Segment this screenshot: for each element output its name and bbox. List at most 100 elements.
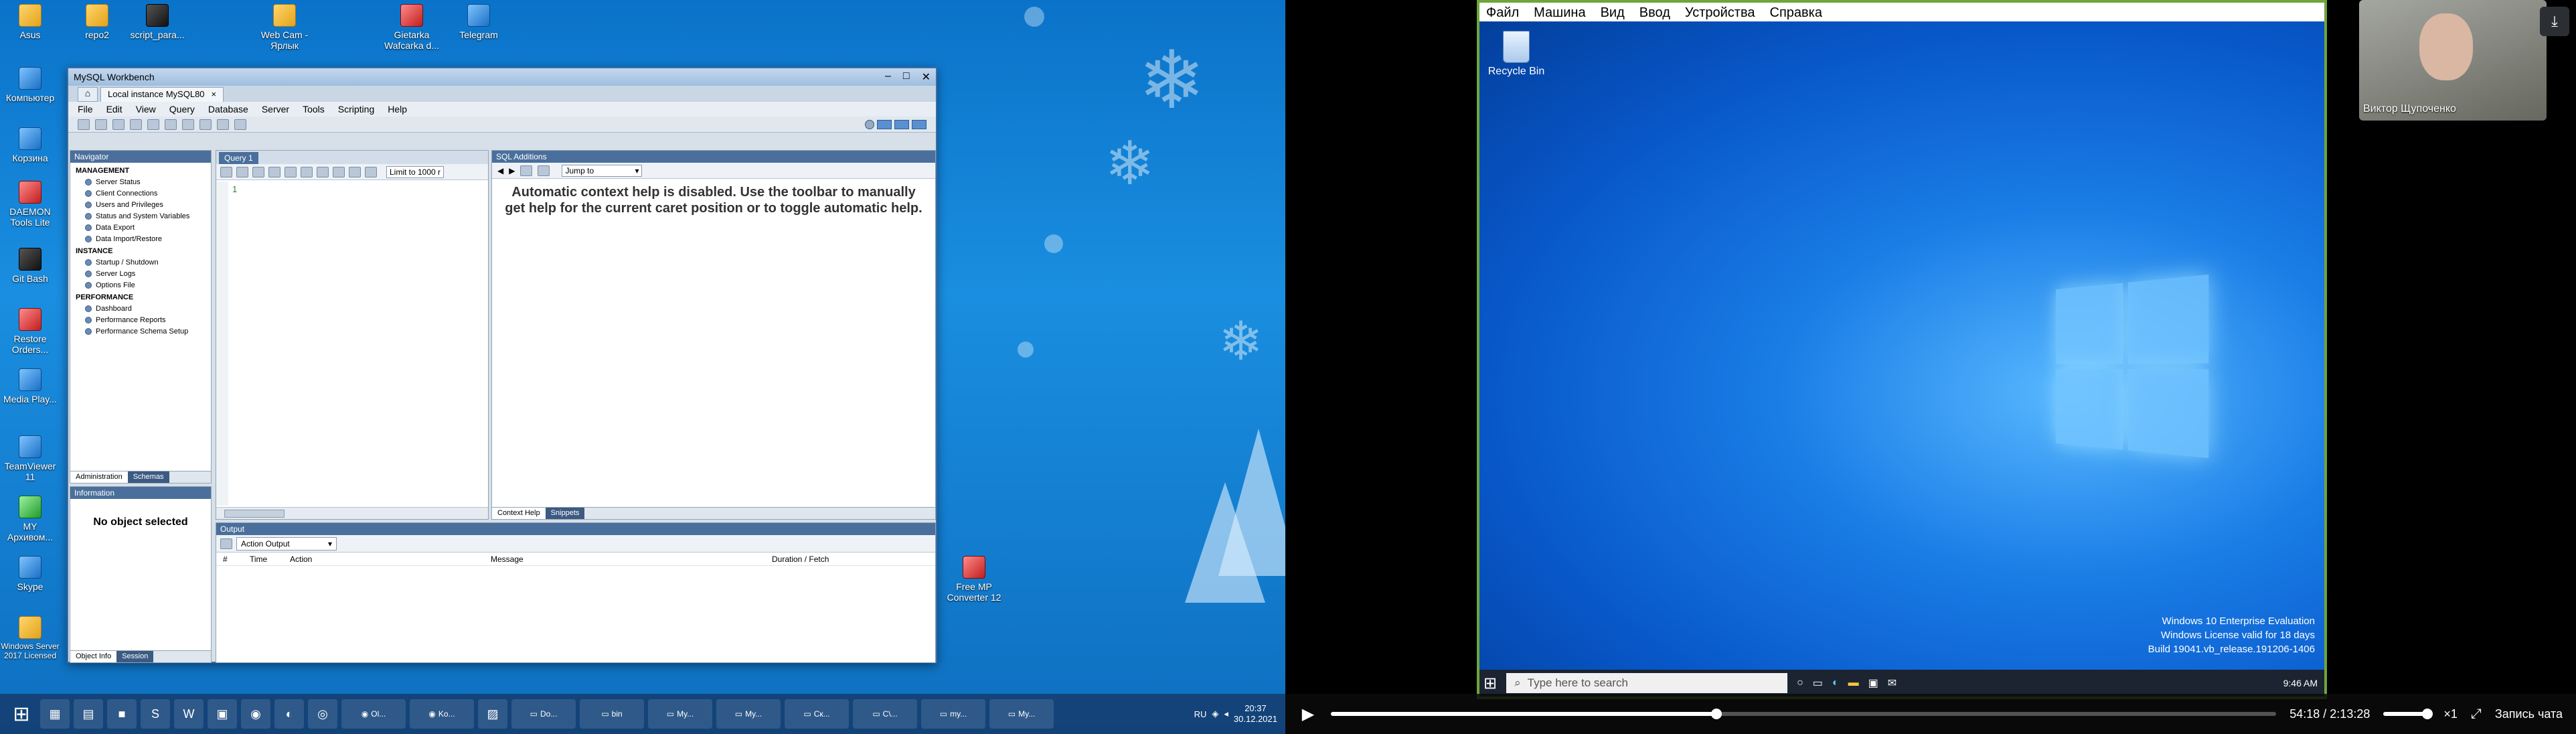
col-index[interactable]: # <box>216 555 243 564</box>
download-icon[interactable]: ⤓ <box>2540 7 2569 36</box>
tab-context-help[interactable]: Context Help <box>492 508 546 519</box>
taskbar-app-opera[interactable]: ◉ Ol... <box>341 699 406 729</box>
menu-query[interactable]: Query <box>169 104 195 115</box>
manual-help-icon[interactable] <box>520 165 533 176</box>
vm-search-box[interactable]: ⌕ Type here to search <box>1506 673 1788 693</box>
col-time[interactable]: Time <box>243 555 283 564</box>
desktop-icon-archive[interactable]: MY Архивом... <box>0 496 60 542</box>
desktop-icon-telegram[interactable]: Telegram <box>449 4 509 40</box>
home-icon[interactable]: ⌂ <box>78 87 98 102</box>
open-sql-icon[interactable] <box>95 119 107 130</box>
vm-recycle-bin[interactable]: Recycle Bin <box>1486 31 1546 78</box>
vm-menu-help[interactable]: Справка <box>1770 5 1822 20</box>
desktop-icon-daemon[interactable]: DAEMON Tools Lite <box>0 181 60 228</box>
menu-tools[interactable]: Tools <box>303 104 325 115</box>
forward-icon[interactable]: ▶ <box>509 166 515 175</box>
create-table-icon[interactable] <box>147 119 159 130</box>
volume-slider[interactable] <box>2383 709 2433 719</box>
tab-schemas[interactable]: Schemas <box>127 471 169 483</box>
toggle-output-icon[interactable] <box>894 119 909 129</box>
network-icon[interactable]: ◈ <box>1212 709 1218 719</box>
taskbar-app-sk[interactable]: ▭ Ск... <box>785 699 849 729</box>
output-selector[interactable]: Action Output ▾ <box>236 536 337 550</box>
vm-tray-clock[interactable]: 9:46 AM <box>2283 678 2324 688</box>
language-indicator[interactable]: RU <box>1194 709 1207 719</box>
taskbar-app-my2[interactable]: ▭ My... <box>716 699 781 729</box>
tab-snippets[interactable]: Snippets <box>545 508 585 519</box>
close-icon[interactable]: ✕ <box>922 70 931 84</box>
gear-icon[interactable] <box>865 119 874 129</box>
vm-menu-input[interactable]: Ввод <box>1639 5 1670 20</box>
menu-edit[interactable]: Edit <box>106 104 123 115</box>
desktop-icon-repo2[interactable]: repo2 <box>67 4 127 40</box>
menu-database[interactable]: Database <box>208 104 248 115</box>
rollback-icon[interactable] <box>349 166 361 177</box>
minimize-icon[interactable]: – <box>885 70 891 84</box>
tab-session[interactable]: Session <box>116 651 154 662</box>
virtualbox-app-icon[interactable]: ▨ <box>478 699 507 729</box>
volume-handle[interactable] <box>2422 709 2433 719</box>
nav-item-data-export[interactable]: Data Export <box>85 224 211 232</box>
nav-item-dashboard[interactable]: Dashboard <box>85 305 211 313</box>
tab-object-info[interactable]: Object Info <box>70 651 117 662</box>
desktop-icon-mediaplayer[interactable]: Media Play... <box>0 368 60 405</box>
tab-administration[interactable]: Administration <box>70 471 128 483</box>
nav-item-server-status[interactable]: Server Status <box>85 178 211 186</box>
desktop-icon-computer[interactable]: Компьютер <box>0 67 60 103</box>
word-app-icon[interactable]: W <box>174 699 204 729</box>
desktop-icon-asus[interactable]: Asus <box>0 4 60 40</box>
pdf-app-icon[interactable]: ▤ <box>74 699 103 729</box>
back-icon[interactable]: ◀ <box>497 166 503 175</box>
col-duration[interactable]: Duration / Fetch <box>765 555 859 564</box>
create-view-icon[interactable] <box>165 119 177 130</box>
seek-bar[interactable] <box>1331 709 2277 719</box>
taskbar-app-my3[interactable]: ▭ my... <box>921 699 985 729</box>
chrome-app-icon[interactable]: ◎ <box>308 699 337 729</box>
limit-select[interactable]: Limit to 1000 r <box>386 165 445 178</box>
toggle-secondary-sidebar-icon[interactable] <box>912 119 927 129</box>
nav-item-performance-reports[interactable]: Performance Reports <box>85 316 211 324</box>
desktop-icon-script[interactable]: script_para... <box>127 4 187 40</box>
auto-help-icon[interactable] <box>538 165 550 176</box>
horizontal-scrollbar[interactable] <box>216 507 488 519</box>
play-icon[interactable]: ▶ <box>1299 705 1317 723</box>
nav-item-data-import[interactable]: Data Import/Restore <box>85 235 211 243</box>
workbench-titlebar[interactable]: MySQL Workbench – □ ✕ <box>68 68 936 86</box>
create-procedure-icon[interactable] <box>182 119 194 130</box>
taskbar-app-workbench[interactable]: ▭ My... <box>989 699 1054 729</box>
seek-handle[interactable] <box>1711 709 1722 719</box>
clock[interactable]: 20:37 30.12.2021 <box>1234 703 1277 725</box>
desktop-icon-gietarka[interactable]: Gietarka Wafcarka d... <box>382 4 442 51</box>
cortana-icon[interactable]: ○ <box>1797 677 1803 689</box>
nav-item-status-variables[interactable]: Status and System Variables <box>85 212 211 220</box>
menu-server[interactable]: Server <box>262 104 289 115</box>
fullscreen-icon[interactable]: ⤢ <box>2471 707 2482 722</box>
close-icon[interactable]: × <box>212 89 217 100</box>
volume-icon[interactable]: ◂ <box>1224 709 1228 719</box>
menu-view[interactable]: View <box>136 104 156 115</box>
save-icon[interactable] <box>236 166 248 177</box>
stop-icon[interactable] <box>301 166 313 177</box>
desktop-icon-gitbash[interactable]: Git Bash <box>0 248 60 284</box>
desktop-icon-winserver[interactable]: Windows Server 2017 Licensed <box>0 616 60 660</box>
reconnect-icon[interactable] <box>234 119 246 130</box>
playback-speed[interactable]: ×1 <box>2443 707 2458 721</box>
edge-app-icon[interactable]: ◐ <box>274 699 304 729</box>
desktop-icon-skype[interactable]: Skype <box>0 556 60 592</box>
firefox-app-icon[interactable]: ◉ <box>241 699 270 729</box>
desktop-icon-webcam[interactable]: Web Cam - Ярлык <box>254 4 315 51</box>
desktop-icon-converter[interactable]: Free MP Converter 12 <box>944 556 1004 603</box>
sql-editor[interactable]: 1 <box>216 181 488 506</box>
new-sql-tab-icon[interactable] <box>78 119 90 130</box>
toggle-sidebar-icon[interactable] <box>877 119 892 129</box>
nav-item-schema-setup[interactable]: Performance Schema Setup <box>85 327 211 336</box>
vm-menu-machine[interactable]: Машина <box>1534 5 1585 20</box>
taskbar-app-docs[interactable]: ▭ Do... <box>511 699 576 729</box>
tab-query-1[interactable]: Query 1 <box>219 152 258 164</box>
create-function-icon[interactable] <box>199 119 212 130</box>
start-icon[interactable]: ⊞ <box>1483 674 1497 693</box>
desktop-icon-teamviewer[interactable]: TeamViewer 11 <box>0 435 60 482</box>
taskbar-app-cmd[interactable]: ▭ C\... <box>853 699 917 729</box>
open-file-icon[interactable] <box>220 166 232 177</box>
nav-item-server-logs[interactable]: Server Logs <box>85 270 211 278</box>
